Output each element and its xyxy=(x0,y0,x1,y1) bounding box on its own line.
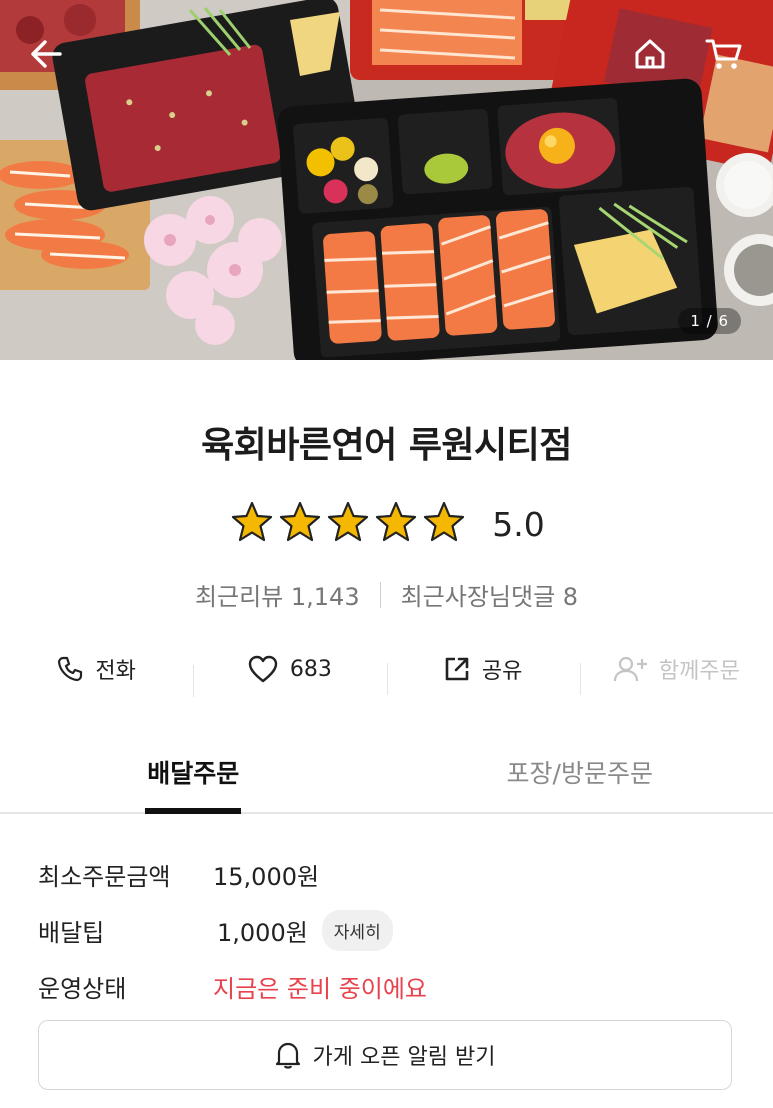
image-counter: 1 / 6 xyxy=(678,308,741,334)
arrow-left-icon xyxy=(31,40,62,68)
open-notification-label: 가게 오픈 알림 받기 xyxy=(312,1045,496,1070)
group-order-label: 함께주문 xyxy=(658,659,740,684)
hero-image-carousel[interactable]: 1 / 6 xyxy=(0,0,773,360)
status-row: 운영상태 지금은 준비 중이에요 xyxy=(38,958,427,1014)
star-icon xyxy=(376,501,417,542)
divider xyxy=(379,581,381,608)
favorite-button[interactable]: 683 xyxy=(193,655,386,697)
favorite-count: 683 xyxy=(289,656,332,682)
phone-icon xyxy=(58,656,83,682)
recent-reviews-link[interactable]: 최근리뷰 1,143 xyxy=(195,577,360,612)
share-icon xyxy=(445,657,469,681)
rating-score: 5.0 xyxy=(492,504,545,544)
group-order-button[interactable]: 함께주문 xyxy=(579,653,773,695)
status-value: 지금은 준비 중이에요 xyxy=(213,974,427,1003)
cart-icon xyxy=(705,39,742,69)
call-button[interactable]: 전화 xyxy=(0,653,193,685)
add-user-icon xyxy=(613,656,647,682)
min-order-row: 최소주문금액 15,000원 xyxy=(38,846,427,902)
status-label: 운영상태 xyxy=(38,974,127,1003)
home-button[interactable] xyxy=(628,32,672,76)
review-meta: 최근리뷰 1,143 최근사장님댓글 8 xyxy=(0,577,773,612)
store-name: 육회바른연어 루원시티점 xyxy=(201,425,572,466)
star-icon xyxy=(280,501,321,542)
star-icon xyxy=(424,501,465,542)
tab-pickup[interactable]: 포장/방문주문 xyxy=(387,740,773,812)
open-notification-button[interactable]: 가게 오픈 알림 받기 xyxy=(38,1020,732,1090)
min-order-label: 최소주문금액 xyxy=(38,862,171,891)
delivery-tip-value: 1,000원 xyxy=(217,918,308,947)
delivery-tip-detail-button[interactable]: 자세히 xyxy=(321,909,393,951)
bell-icon xyxy=(275,1042,300,1069)
delivery-tip-label: 배달팁 xyxy=(38,918,105,947)
tab-delivery[interactable]: 배달주문 xyxy=(0,740,387,812)
action-bar: 전화 683 공유 함께주문 xyxy=(0,642,773,697)
order-type-tabs: 배달주문 포장/방문주문 xyxy=(0,740,773,814)
rating-row: 5.0 xyxy=(0,500,773,548)
delivery-info: 최소주문금액 15,000원 배달팁 1,000원 자세히 운영상태 지금은 준… xyxy=(38,846,427,1014)
back-button[interactable] xyxy=(24,32,68,76)
heart-icon xyxy=(248,655,278,683)
star-rating xyxy=(228,500,468,548)
min-order-value: 15,000원 xyxy=(213,862,320,891)
owner-replies-link[interactable]: 최근사장님댓글 8 xyxy=(401,577,578,612)
home-icon xyxy=(635,39,665,69)
share-label: 공유 xyxy=(481,659,523,684)
star-icon xyxy=(232,501,273,542)
star-icon xyxy=(328,501,369,542)
share-button[interactable]: 공유 xyxy=(386,653,580,695)
call-label: 전화 xyxy=(95,659,136,684)
delivery-tip-row: 배달팁 1,000원 자세히 xyxy=(38,902,427,958)
cart-button[interactable] xyxy=(702,32,746,76)
